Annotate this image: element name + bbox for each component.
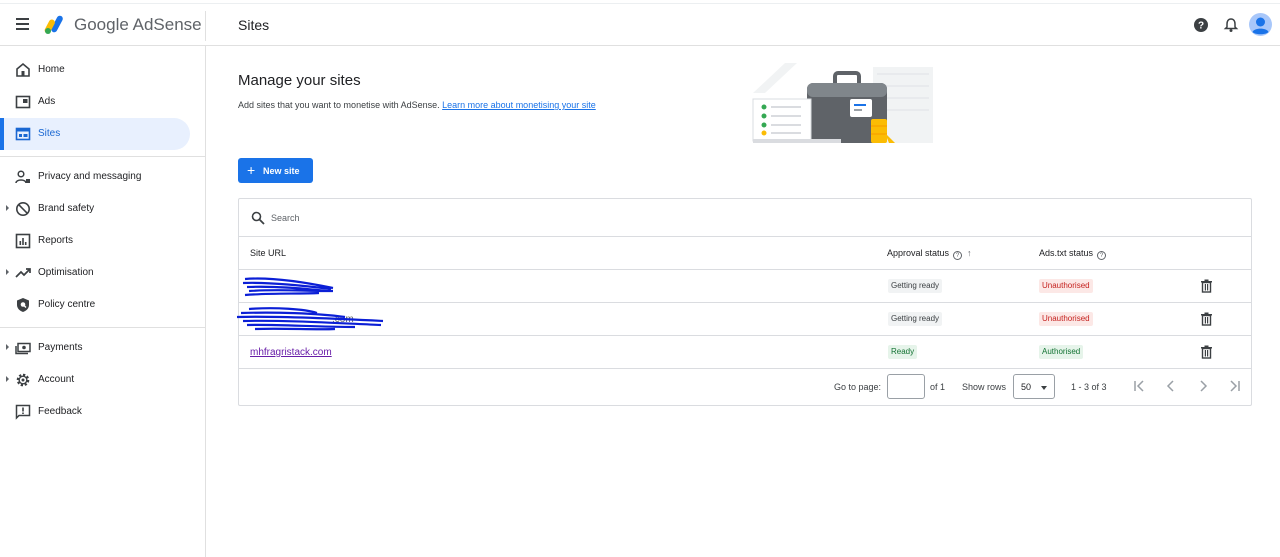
expand-caret-icon[interactable]	[6, 269, 9, 275]
rows-per-page-value: 50	[1021, 382, 1032, 392]
new-site-button[interactable]: + New site	[238, 158, 313, 183]
sidebar-item-label: Account	[38, 374, 75, 385]
sites-table: Site URL Approval status? ↑ Ads.txt statu…	[236, 198, 1252, 406]
expand-caret-icon[interactable]	[6, 205, 9, 211]
sidebar-item-reports[interactable]: Reports	[0, 225, 190, 257]
sidebar-item-label: Payments	[38, 342, 83, 353]
sidebar: Home Ads Sites Privacy and messaging Bra…	[0, 46, 206, 557]
delete-icon[interactable]	[1200, 345, 1213, 359]
sidebar-item-feedback[interactable]: Feedback	[0, 396, 190, 428]
sidebar-item-label: Sites	[38, 128, 61, 139]
sidebar-divider	[0, 327, 206, 328]
menu-icon[interactable]	[12, 15, 34, 35]
page-header-title: Sites	[238, 17, 270, 33]
sites-illustration	[752, 63, 933, 143]
brand-name: Google AdSense	[74, 15, 202, 34]
column-header-label: Approval status	[887, 248, 950, 258]
page-number-input[interactable]	[887, 374, 925, 399]
search-input[interactable]	[271, 209, 671, 227]
sort-ascending-icon[interactable]: ↑	[967, 248, 972, 258]
sidebar-divider	[0, 156, 206, 157]
app-header: Google AdSense Sites ?	[0, 5, 1280, 46]
approval-status-badge: Ready	[888, 345, 918, 359]
approval-status-badge: Getting ready	[888, 279, 943, 293]
sidebar-item-sites[interactable]: Sites	[0, 118, 190, 150]
approval-status-badge: Getting ready	[888, 312, 943, 326]
top-border	[0, 0, 1280, 4]
expand-caret-icon[interactable]	[6, 344, 9, 350]
previous-page-icon[interactable]	[1164, 379, 1178, 393]
column-header-site-url[interactable]: Site URL	[250, 248, 286, 258]
svg-text:?: ?	[1198, 21, 1204, 32]
sidebar-item-privacy[interactable]: Privacy and messaging	[0, 161, 190, 193]
sidebar-item-label: Policy centre	[38, 299, 96, 310]
new-site-label: New site	[263, 166, 300, 176]
go-to-page-label: Go to page:	[834, 382, 882, 392]
redaction-scribble	[236, 307, 384, 331]
sites-icon	[15, 127, 31, 141]
home-icon	[16, 62, 30, 77]
gear-icon	[16, 373, 30, 387]
delete-icon[interactable]	[1200, 312, 1213, 326]
dropdown-arrow-icon	[1041, 386, 1047, 390]
subtitle-text: Add sites that you want to monetise with…	[238, 100, 440, 110]
ads-txt-status-badge: Authorised	[1039, 345, 1084, 359]
delete-icon[interactable]	[1200, 279, 1213, 293]
last-page-icon[interactable]	[1228, 379, 1242, 393]
sidebar-item-brand-safety[interactable]: Brand safety	[0, 193, 190, 225]
search-bar	[239, 199, 1251, 237]
avatar[interactable]	[1249, 13, 1272, 36]
site-url-link[interactable]: mhfragristack.com	[250, 347, 332, 358]
ads-icon	[15, 95, 31, 109]
rows-per-page-select[interactable]: 50	[1013, 374, 1055, 399]
table-row: .com Getting ready Unauthorised	[236, 303, 1251, 336]
block-icon	[16, 202, 30, 216]
sidebar-item-payments[interactable]: Payments	[0, 332, 190, 364]
sidebar-item-account[interactable]: Account	[0, 364, 190, 396]
sidebar-item-label: Feedback	[38, 406, 82, 417]
header-divider	[205, 11, 206, 41]
help-icon[interactable]: ?	[953, 251, 963, 260]
sidebar-item-optimisation[interactable]: Optimisation	[0, 257, 190, 289]
policy-shield-icon	[17, 298, 29, 312]
ads-txt-status-badge: Unauthorised	[1039, 279, 1093, 293]
payments-icon	[15, 342, 31, 355]
show-rows-label: Show rows	[962, 382, 1007, 392]
adsense-logo	[44, 15, 63, 34]
pagination-range: 1 - 3 of 3	[1071, 382, 1107, 392]
privacy-icon	[15, 170, 30, 184]
expand-caret-icon[interactable]	[6, 376, 9, 382]
sidebar-item-label: Privacy and messaging	[38, 171, 142, 182]
first-page-icon[interactable]	[1132, 379, 1146, 393]
search-icon	[251, 211, 265, 225]
column-header-ads-txt-status[interactable]: Ads.txt status?	[1039, 248, 1107, 260]
page-subtitle: Add sites that you want to monetise with…	[238, 100, 596, 110]
sidebar-item-label: Brand safety	[38, 203, 95, 214]
sidebar-item-policy-centre[interactable]: Policy centre	[0, 289, 190, 321]
sidebar-item-label: Ads	[38, 96, 56, 107]
table-row: Getting ready Unauthorised	[239, 270, 1251, 303]
reports-icon	[15, 233, 31, 249]
table-row: mhfragristack.com Ready Authorised	[239, 336, 1251, 369]
column-header-approval-status[interactable]: Approval status? ↑	[887, 248, 972, 260]
next-page-icon[interactable]	[1196, 379, 1210, 393]
sidebar-item-label: Optimisation	[38, 267, 94, 278]
sidebar-item-ads[interactable]: Ads	[0, 86, 190, 118]
sidebar-item-label: Reports	[38, 235, 74, 246]
help-icon[interactable]: ?	[1097, 251, 1107, 260]
column-header-label: Ads.txt status	[1039, 248, 1094, 258]
feedback-icon	[15, 404, 31, 420]
redaction-scribble	[242, 277, 334, 297]
sidebar-item-label: Home	[38, 64, 65, 75]
learn-more-link[interactable]: Learn more about monetising your site	[442, 100, 596, 110]
ads-txt-status-badge: Unauthorised	[1039, 312, 1093, 326]
sidebar-item-home[interactable]: Home	[0, 54, 190, 86]
page-title: Manage your sites	[238, 72, 361, 89]
bell-icon[interactable]	[1222, 16, 1240, 34]
page-count-label: of 1	[930, 382, 946, 392]
trending-up-icon	[15, 268, 31, 278]
plus-icon: +	[247, 162, 256, 178]
help-icon[interactable]: ?	[1192, 16, 1210, 34]
